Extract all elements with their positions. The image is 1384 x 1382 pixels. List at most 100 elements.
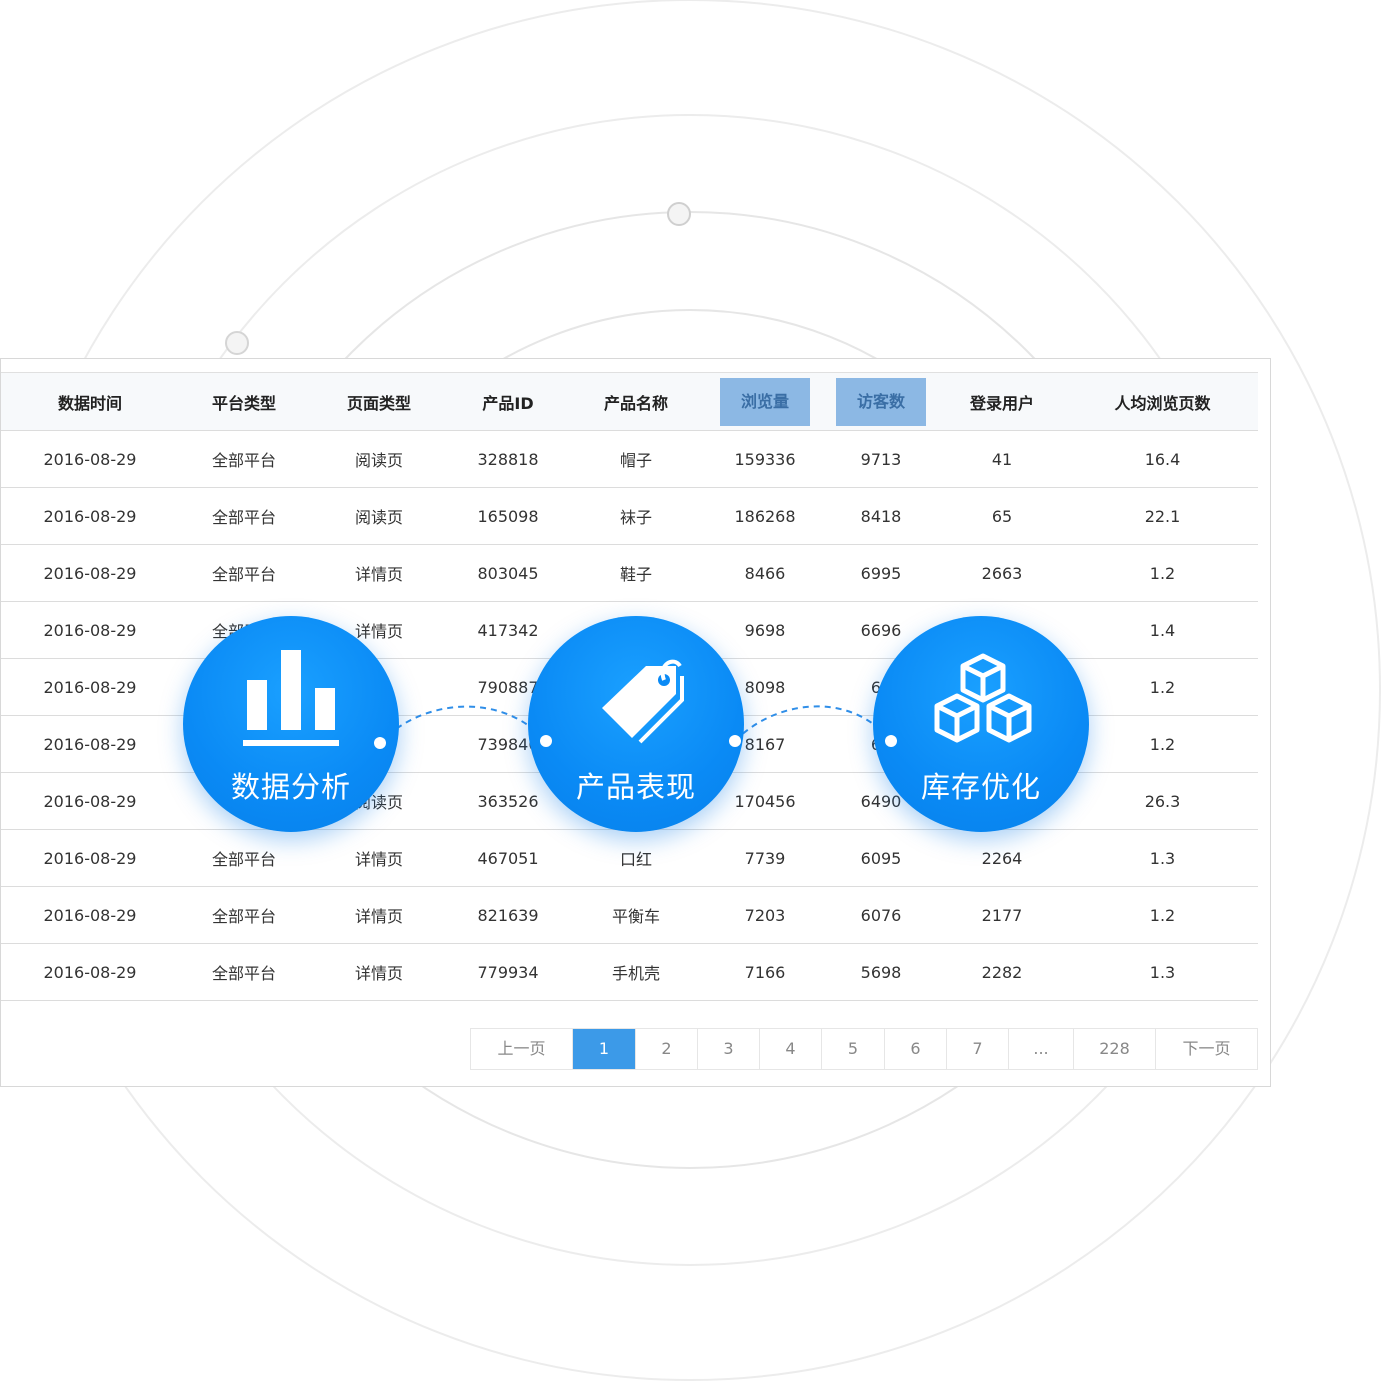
table-cell: 2016-08-29 <box>1 886 179 944</box>
table-cell: 全部平台 <box>179 943 309 1001</box>
table-cell: 阅读页 <box>309 487 449 545</box>
table-cell: 8466 <box>705 544 825 602</box>
page-button-5[interactable]: 5 <box>822 1029 885 1069</box>
next-page-button[interactable]: 下一页 <box>1156 1029 1257 1069</box>
table-cell: 1.2 <box>1067 886 1258 944</box>
column-header-label: 浏览量 <box>720 377 810 426</box>
column-header[interactable]: 产品ID <box>449 372 567 431</box>
page-button-4[interactable]: 4 <box>760 1029 822 1069</box>
column-header-label: 数据时间 <box>57 393 122 413</box>
table-row[interactable]: 2016-08-29 全部平台 阅读页 328818 帽子 159336 9713 41 16.… <box>1 430 1258 488</box>
table-cell: 2016-08-29 <box>1 715 179 773</box>
column-header[interactable]: 浏览量 <box>705 372 825 431</box>
table-cell: 帽子 <box>567 430 705 488</box>
table-row[interactable]: 2016-08-29 全部平台 详情页 803045 鞋子 8466 6995 2663 1.2 <box>1 544 1258 602</box>
ring-dot <box>667 202 691 226</box>
table-cell: 186268 <box>705 487 825 545</box>
feature-data-analysis[interactable]: 数据分析 <box>183 616 399 832</box>
table-cell: 6995 <box>825 544 937 602</box>
table-cell: 1.3 <box>1067 829 1258 887</box>
table-cell: 2016-08-29 <box>1 487 179 545</box>
page-button-7[interactable]: 7 <box>947 1029 1009 1069</box>
column-header[interactable]: 登录用户 <box>937 372 1067 431</box>
page-button-228[interactable]: 228 <box>1074 1029 1156 1069</box>
table-cell: 手机壳 <box>567 943 705 1001</box>
table-cell: 803045 <box>449 544 567 602</box>
table-row[interactable]: 2016-08-29 全部平台 详情页 779934 手机壳 7166 5698 2282 1.… <box>1 943 1258 1001</box>
table-cell: 1.3 <box>1067 943 1258 1001</box>
table-cell: 9713 <box>825 430 937 488</box>
table-cell: 5698 <box>825 943 937 1001</box>
table-cell: 2016-08-29 <box>1 430 179 488</box>
table-cell: 16.4 <box>1067 430 1258 488</box>
table-cell: 779934 <box>449 943 567 1001</box>
table-cell: 2016-08-29 <box>1 829 179 887</box>
feature-inventory-optimization[interactable]: 库存优化 <box>873 616 1089 832</box>
page-button-2[interactable]: 2 <box>636 1029 698 1069</box>
column-header-label: 人均浏览页数 <box>1114 393 1211 413</box>
table-cell: 41 <box>937 430 1067 488</box>
table-cell: 8418 <box>825 487 937 545</box>
column-header-label: 登录用户 <box>969 393 1034 413</box>
table-cell: 2016-08-29 <box>1 772 179 830</box>
feature-product-performance[interactable]: 产品表现 <box>528 616 744 832</box>
table-cell: 821639 <box>449 886 567 944</box>
table-row[interactable]: 2016-08-29 全部平台 详情页 821639 平衡车 7203 6076 2177 1.… <box>1 886 1258 944</box>
page-ellipsis: ... <box>1009 1029 1074 1069</box>
table-cell: 全部平台 <box>179 487 309 545</box>
table-cell: 2016-08-29 <box>1 601 179 659</box>
price-tag-icon <box>602 659 684 744</box>
column-header[interactable]: 人均浏览页数 <box>1067 372 1258 431</box>
feature-label: 产品表现 <box>575 770 696 804</box>
table-cell: 1.2 <box>1067 544 1258 602</box>
table-cell: 2264 <box>937 829 1067 887</box>
table-cell: 袜子 <box>567 487 705 545</box>
column-header[interactable]: 页面类型 <box>309 372 449 431</box>
table-cell: 全部平台 <box>179 886 309 944</box>
page-button-1[interactable]: 1 <box>573 1029 636 1069</box>
feature-label: 库存优化 <box>920 770 1041 804</box>
column-header[interactable]: 平台类型 <box>179 372 309 431</box>
table-cell: 2016-08-29 <box>1 544 179 602</box>
page-button-6[interactable]: 6 <box>885 1029 947 1069</box>
table-cell: 6076 <box>825 886 937 944</box>
table-cell: 详情页 <box>309 829 449 887</box>
table-cell: 2016-08-29 <box>1 658 179 716</box>
table-cell: 7166 <box>705 943 825 1001</box>
table-cell: 口红 <box>567 829 705 887</box>
column-header[interactable]: 访客数 <box>825 372 937 431</box>
table-cell: 1.2 <box>1067 715 1258 773</box>
table-cell: 2177 <box>937 886 1067 944</box>
column-header-label: 平台类型 <box>211 393 276 413</box>
table-cell: 22.1 <box>1067 487 1258 545</box>
column-header-label: 产品名称 <box>603 393 668 413</box>
bar-chart-icon <box>243 650 339 746</box>
table-header: 数据时间 平台类型 页面类型 产品ID 产品名称 浏览量 访客数 登录用户 人均浏览页数 <box>1 372 1258 431</box>
table-cell: 2016-08-29 <box>1 943 179 1001</box>
boxes-icon <box>934 653 1032 743</box>
ring-dot <box>225 331 249 355</box>
prev-page-button[interactable]: 上一页 <box>471 1029 573 1069</box>
column-header-label: 页面类型 <box>346 393 411 413</box>
table-cell: 2282 <box>937 943 1067 1001</box>
table-cell: 详情页 <box>309 943 449 1001</box>
page-button-3[interactable]: 3 <box>698 1029 760 1069</box>
table-cell: 467051 <box>449 829 567 887</box>
column-header[interactable]: 数据时间 <box>1 372 179 431</box>
table-cell: 165098 <box>449 487 567 545</box>
table-cell: 65 <box>937 487 1067 545</box>
table-cell: 2663 <box>937 544 1067 602</box>
column-header-label: 产品ID <box>482 393 534 413</box>
table-cell: 9698 <box>705 601 825 659</box>
table-cell: 417342 <box>449 601 567 659</box>
table-cell: 1.4 <box>1067 601 1258 659</box>
table-cell: 7203 <box>705 886 825 944</box>
table-cell: 详情页 <box>309 886 449 944</box>
table-row[interactable]: 2016-08-29 全部平台 阅读页 165098 袜子 186268 8418 65 22.… <box>1 487 1258 545</box>
table-row[interactable]: 2016-08-29 全部平台 详情页 467051 口红 7739 6095 2264 1.3 <box>1 829 1258 887</box>
table-cell: 全部平台 <box>179 544 309 602</box>
pagination: 上一页 1 2 3 4 5 6 7 ... 228 下一页 <box>470 1028 1258 1070</box>
column-header[interactable]: 产品名称 <box>567 372 705 431</box>
table-cell: 阅读页 <box>309 430 449 488</box>
table-cell: 全部平台 <box>179 430 309 488</box>
